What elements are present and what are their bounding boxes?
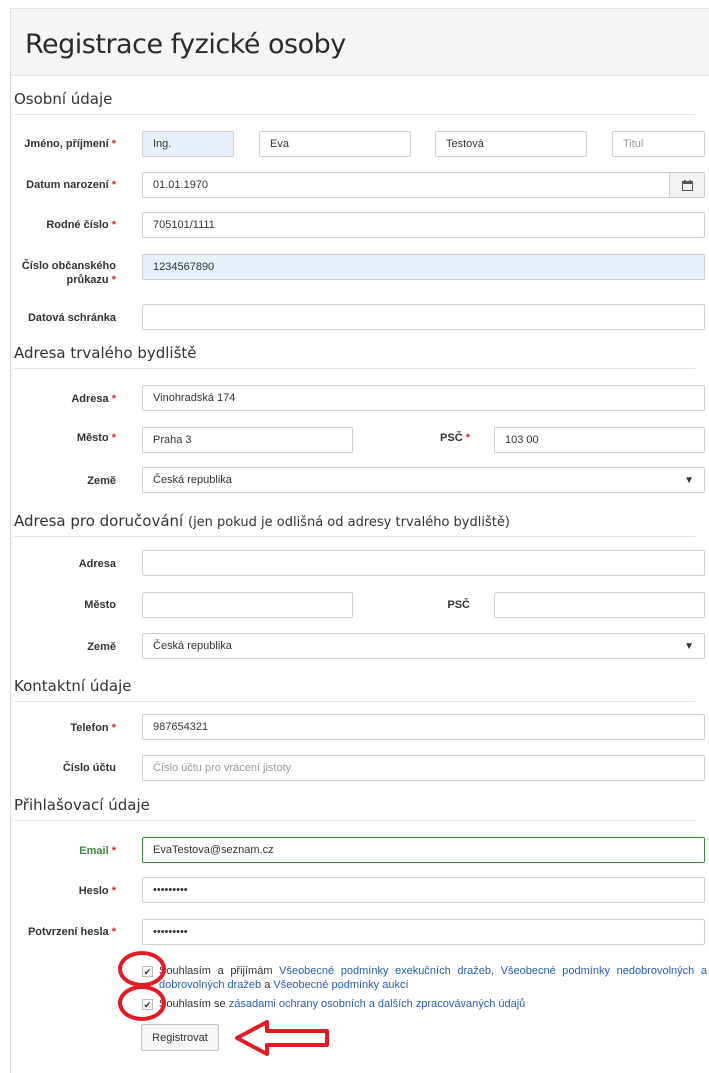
address-input[interactable]: Vinohradská 174: [142, 385, 705, 411]
registration-panel: Registrace fyzické osoby: [10, 8, 709, 1073]
zip-label: PSČ *: [440, 432, 470, 444]
birth-date-label: Datum narození *: [26, 179, 116, 191]
city-label: Město *: [76, 432, 116, 444]
phone-label: Telefon *: [70, 722, 116, 734]
terms-link-execution[interactable]: Všeobecné podmínky exekučních dražeb,: [279, 965, 494, 977]
delivery-zip-label: PSČ: [447, 599, 470, 611]
annotation-circle-terms: [118, 951, 166, 987]
first-name-input[interactable]: Eva: [259, 131, 411, 157]
terms-agreement-text: Souhlasím a přijímám Všeobecné podmínky …: [159, 965, 707, 991]
account-input[interactable]: Číslo účtu pro vrácení jistoty: [142, 755, 705, 781]
zip-input[interactable]: 103 00: [494, 427, 705, 453]
confirm-password-input[interactable]: •••••••••: [142, 919, 705, 945]
privacy-agreement-text: Souhlasím se zásadami ochrany osobních a…: [159, 998, 526, 1010]
delivery-address-input[interactable]: [142, 550, 705, 576]
city-input[interactable]: Praha 3: [142, 427, 353, 453]
phone-input[interactable]: 987654321: [142, 714, 705, 740]
name-label: Jméno, příjmení *: [24, 138, 116, 150]
databox-input[interactable]: [142, 304, 705, 330]
section-login-title: Přihlašovací údaje: [14, 796, 695, 821]
password-label: Heslo *: [78, 885, 116, 897]
section-delivery-address-title: Adresa pro doručování (jen pokud je odli…: [14, 512, 695, 537]
delivery-city-label: Město: [84, 599, 116, 611]
databox-label: Datová schránka: [27, 312, 116, 324]
email-label: Email *: [79, 845, 116, 857]
delivery-city-input[interactable]: [142, 592, 353, 618]
page-title: Registrace fyzické osoby: [25, 29, 346, 60]
section-permanent-address-title: Adresa trvalého bydliště: [14, 344, 695, 369]
email-input[interactable]: EvaTestova@seznam.cz: [142, 837, 705, 863]
birth-date-input[interactable]: 01.01.1970: [142, 172, 705, 198]
country-select[interactable]: Česká republika ▼: [142, 467, 705, 493]
privacy-policy-link[interactable]: zásadami ochrany osobních a dalších zpra…: [229, 998, 526, 1010]
delivery-country-label: Země: [87, 641, 116, 653]
degree-input[interactable]: Ing.: [142, 131, 234, 157]
section-contact-title: Kontaktní údaje: [14, 677, 695, 702]
dropdown-arrow-icon: ▼: [684, 475, 694, 486]
section-personal-title: Osobní údaje: [14, 90, 695, 115]
id-card-input[interactable]: 1234567890: [142, 254, 705, 280]
account-label: Číslo účtu: [62, 762, 116, 774]
confirm-password-label: Potvrzení hesla *: [27, 926, 116, 938]
delivery-country-select[interactable]: Česká republika ▼: [142, 633, 705, 659]
title-input[interactable]: Titul: [612, 131, 705, 157]
last-name-input[interactable]: Testová: [435, 131, 587, 157]
id-card-label: Číslo občanského průkazu *: [21, 260, 116, 286]
page-header: Registrace fyzické osoby: [11, 9, 709, 76]
annotation-circle-privacy: [118, 985, 166, 1021]
birth-number-label: Rodné číslo *: [46, 219, 116, 231]
terms-link-auctions[interactable]: Všeobecné podmínky aukcí: [273, 979, 408, 991]
calendar-icon[interactable]: [669, 173, 704, 197]
dropdown-arrow-icon: ▼: [684, 641, 694, 652]
country-label: Země: [87, 475, 116, 487]
annotation-arrow-icon: [235, 1020, 329, 1056]
password-input[interactable]: •••••••••: [142, 877, 705, 903]
delivery-address-label: Adresa: [78, 558, 116, 570]
birth-number-input[interactable]: 705101/1111: [142, 212, 705, 238]
delivery-zip-input[interactable]: [494, 592, 705, 618]
register-button[interactable]: Registrovat: [141, 1024, 219, 1051]
address-label: Adresa *: [71, 393, 116, 405]
